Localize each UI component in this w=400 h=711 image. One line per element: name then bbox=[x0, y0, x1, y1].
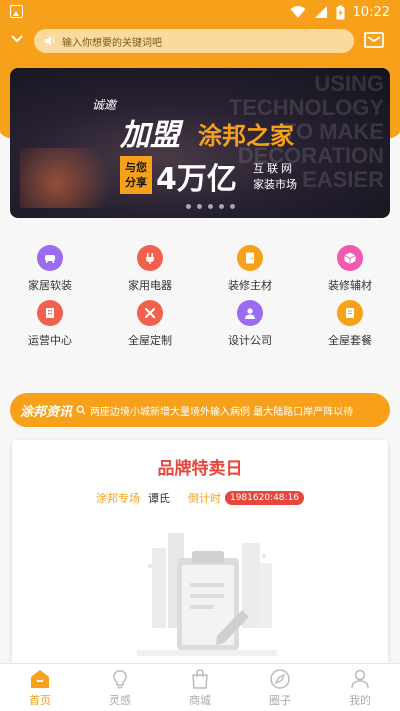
countdown-badge: 1981620:48:16 bbox=[224, 491, 305, 505]
bulb-icon bbox=[113, 670, 127, 689]
home-icon bbox=[31, 670, 49, 688]
mail-icon[interactable] bbox=[364, 31, 384, 49]
banner-right-line2: 家装市场 bbox=[253, 178, 297, 191]
tools-icon bbox=[137, 300, 163, 326]
category-item-appliances[interactable]: 家用电器 bbox=[100, 245, 200, 300]
brand-name: 谭氏 bbox=[147, 492, 170, 505]
category-label: 运营中心 bbox=[28, 334, 72, 347]
category-label: 全屋套餐 bbox=[328, 334, 372, 347]
tab-label: 我的 bbox=[349, 694, 371, 707]
category-label: 家居软装 bbox=[28, 279, 72, 292]
tab-circle[interactable]: 圈子 bbox=[240, 664, 320, 711]
promo-banner[interactable]: USING TECHNOLOGY TO MAKE DECORATION EASI… bbox=[10, 68, 390, 218]
carousel-dots[interactable] bbox=[186, 204, 235, 209]
brand-sale-card[interactable]: 品牌特卖日 涂邦专场 谭氏 倒计时 1981620:48:16 bbox=[12, 440, 388, 680]
shopping-bag-icon bbox=[192, 669, 208, 689]
category-item-operation-center[interactable]: 运营中心 bbox=[0, 300, 100, 355]
category-label: 全屋定制 bbox=[128, 334, 172, 347]
tab-mall[interactable]: 商城 bbox=[160, 664, 240, 711]
category-label: 家用电器 bbox=[128, 279, 172, 292]
banner-invite: 诚邀 bbox=[92, 98, 117, 112]
tab-label: 首页 bbox=[29, 694, 51, 707]
card-title: 品牌特卖日 bbox=[157, 459, 243, 479]
category-grid: 家居软装 家用电器 装修主材 装修辅材 运营中心 全屋定制 设计公司 全屋套餐 bbox=[0, 245, 400, 355]
image-notification-icon bbox=[10, 5, 23, 18]
source-label: 涂邦专场 bbox=[95, 492, 140, 505]
bottom-tab-bar: 首页 灵感 商城 圈子 我的 bbox=[0, 663, 400, 711]
category-label: 装修主材 bbox=[228, 279, 272, 292]
user-icon bbox=[351, 669, 369, 689]
sofa-icon bbox=[37, 245, 63, 271]
category-label: 装修辅材 bbox=[328, 279, 372, 292]
battery-icon bbox=[336, 5, 345, 19]
app-page: 10:22 输入你想要的关键词吧 USING TECHNOLOGY TO MAK… bbox=[0, 0, 400, 711]
signal-icon bbox=[314, 6, 327, 18]
box-icon bbox=[337, 245, 363, 271]
news-strip[interactable]: 涂邦资讯 两座边境小城新增大量境外输入病例 最大陆路口岸严阵以待 bbox=[10, 393, 390, 427]
carousel-dot[interactable] bbox=[186, 204, 191, 209]
carousel-dot[interactable] bbox=[197, 204, 202, 209]
tab-label: 圈子 bbox=[269, 694, 291, 707]
status-bar: 10:22 bbox=[0, 0, 400, 24]
package-icon bbox=[337, 300, 363, 326]
search-placeholder: 输入你想要的关键词吧 bbox=[62, 37, 162, 49]
building-icon bbox=[37, 300, 63, 326]
door-icon bbox=[237, 245, 263, 271]
tab-mine[interactable]: 我的 bbox=[320, 664, 400, 711]
banner-amount: 4万亿 bbox=[156, 162, 237, 197]
banner-share-box: 与您分享 bbox=[120, 156, 152, 194]
clock: 10:22 bbox=[352, 4, 390, 20]
category-item-main-materials[interactable]: 装修主材 bbox=[200, 245, 300, 300]
news-ticker[interactable]: 两座边境小城新增大量境外输入病例 最大陆路口岸严阵以待 bbox=[76, 393, 380, 427]
category-item-custom-home[interactable]: 全屋定制 bbox=[100, 300, 200, 355]
carousel-dot[interactable] bbox=[219, 204, 224, 209]
banner-join: 加盟 bbox=[120, 118, 180, 153]
category-item-whole-package[interactable]: 全屋套餐 bbox=[300, 300, 400, 355]
tab-home[interactable]: 首页 bbox=[0, 664, 80, 711]
banner-brand: 涂邦之家 bbox=[198, 122, 294, 150]
plug-icon bbox=[137, 245, 163, 271]
carousel-dot[interactable] bbox=[230, 204, 235, 209]
chevron-down-icon[interactable] bbox=[10, 32, 24, 46]
top-header: 输入你想要的关键词吧 bbox=[0, 24, 400, 60]
tab-label: 灵感 bbox=[109, 694, 131, 707]
status-right: 10:22 bbox=[290, 3, 390, 21]
category-item-aux-materials[interactable]: 装修辅材 bbox=[300, 245, 400, 300]
empty-clipboard-icon bbox=[137, 533, 277, 656]
news-brand: 涂邦资讯 bbox=[20, 404, 73, 420]
wifi-icon bbox=[290, 6, 306, 18]
designer-icon bbox=[237, 300, 263, 326]
speaker-icon bbox=[45, 36, 55, 46]
tab-label: 商城 bbox=[189, 694, 211, 707]
countdown-label: 倒计时 bbox=[187, 492, 221, 505]
category-label: 设计公司 bbox=[228, 334, 272, 347]
search-input[interactable]: 输入你想要的关键词吧 bbox=[34, 29, 354, 53]
banner-right-line1: 互联网 bbox=[253, 162, 295, 175]
category-item-home-decor[interactable]: 家居软装 bbox=[0, 245, 100, 300]
carousel-dot[interactable] bbox=[208, 204, 213, 209]
compass-icon bbox=[270, 669, 290, 689]
category-item-design-company[interactable]: 设计公司 bbox=[200, 300, 300, 355]
news-headline: 两座边境小城新增大量境外输入病例 最大陆路口岸严阵以待 bbox=[90, 406, 354, 418]
search-icon bbox=[76, 405, 86, 415]
tab-inspiration[interactable]: 灵感 bbox=[80, 664, 160, 711]
card-meta: 涂邦专场 谭氏 倒计时 1981620:48:16 bbox=[12, 490, 388, 506]
